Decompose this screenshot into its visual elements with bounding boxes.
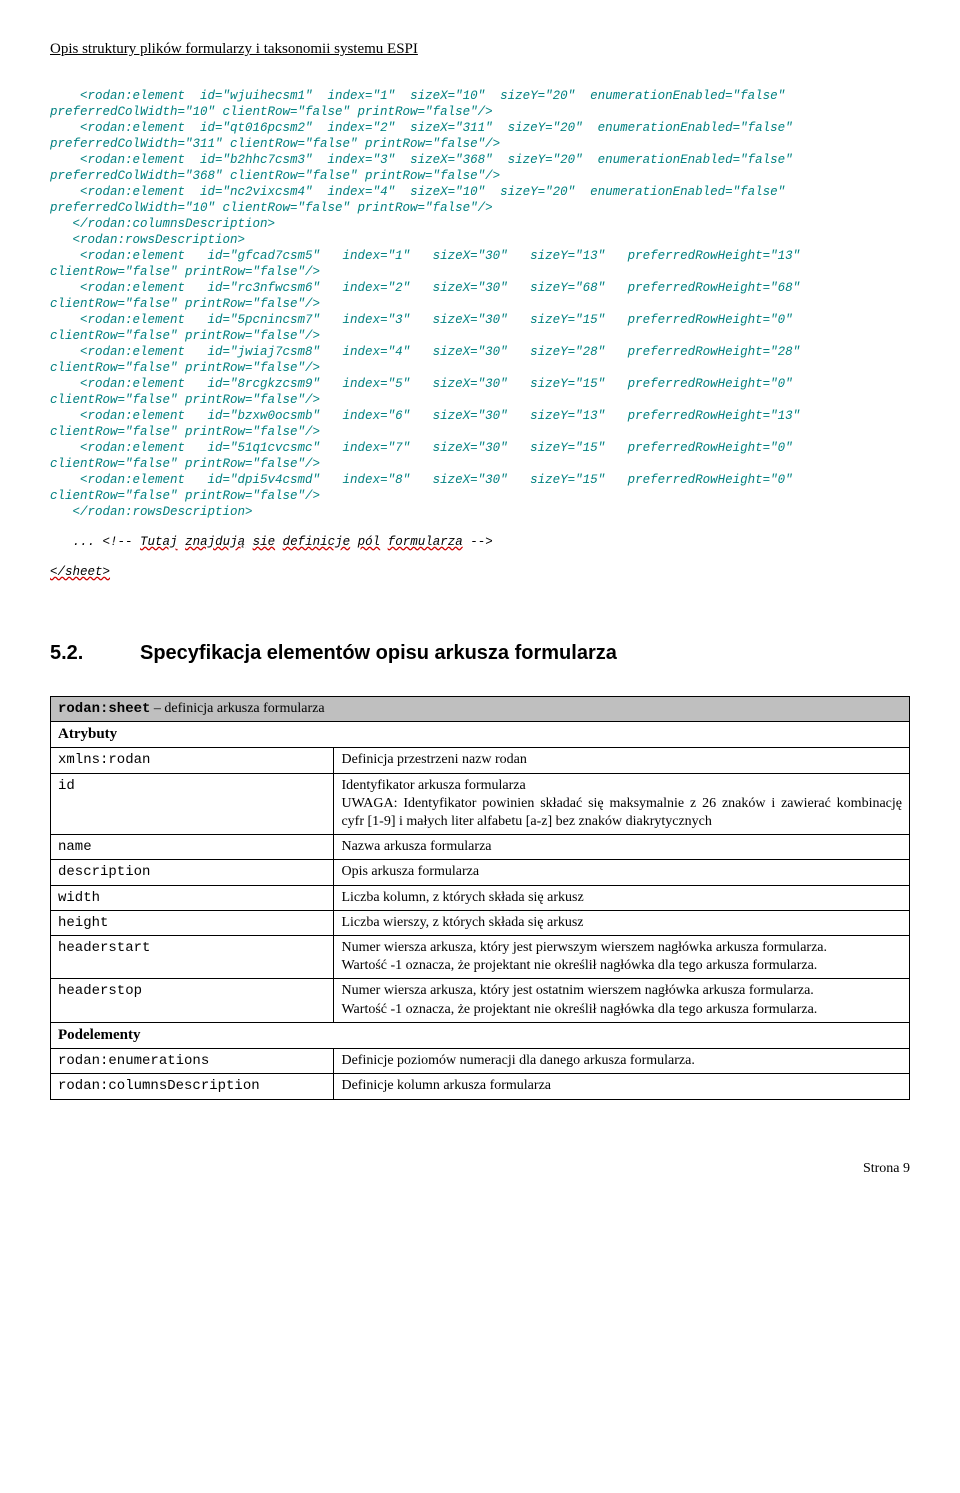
attr-value: Identyfikator arkusza formularza UWAGA: … bbox=[334, 773, 910, 835]
attr-value: Definicja przestrzeni nazw rodan bbox=[334, 748, 910, 773]
group-subelements: Podelementy bbox=[51, 1022, 910, 1049]
attr-value: Liczba kolumn, z których składa się arku… bbox=[334, 885, 910, 910]
attr-key: headerstop bbox=[51, 979, 334, 1022]
page-header: Opis struktury plików formularzy i takso… bbox=[50, 40, 910, 60]
attr-value: Numer wiersza arkusza, który jest ostatn… bbox=[334, 979, 910, 1022]
sub-value: Definicje poziomów numeracji dla danego … bbox=[334, 1049, 910, 1074]
attr-key: width bbox=[51, 885, 334, 910]
page-number: Strona 9 bbox=[50, 1160, 910, 1178]
attr-key: id bbox=[51, 773, 334, 835]
table-title: rodan:sheet – definicja arkusza formular… bbox=[51, 696, 910, 721]
attr-value: Opis arkusza formularza bbox=[334, 860, 910, 885]
attr-value: Liczba wierszy, z których składa się ark… bbox=[334, 910, 910, 935]
spec-table: rodan:sheet – definicja arkusza formular… bbox=[50, 696, 910, 1100]
group-attributes: Atrybuty bbox=[51, 721, 910, 748]
xml-code-block: <rodan:element id="wjuihecsm1" index="1"… bbox=[50, 88, 910, 520]
sheet-close-tag: </sheet> bbox=[50, 564, 910, 580]
section-heading: 5.2.Specyfikacja elementów opisu arkusza… bbox=[50, 640, 910, 666]
attr-key: height bbox=[51, 910, 334, 935]
attr-key: xmlns:rodan bbox=[51, 748, 334, 773]
attr-key: headerstart bbox=[51, 935, 334, 978]
attr-key: description bbox=[51, 860, 334, 885]
sub-value: Definicje kolumn arkusza formularza bbox=[334, 1074, 910, 1099]
sub-key: rodan:enumerations bbox=[51, 1049, 334, 1074]
attr-value: Numer wiersza arkusza, który jest pierws… bbox=[334, 935, 910, 978]
sub-key: rodan:columnsDescription bbox=[51, 1074, 334, 1099]
attr-value: Nazwa arkusza formularza bbox=[334, 835, 910, 860]
attr-key: name bbox=[51, 835, 334, 860]
xml-comment-line: ... <!-- Tutaj znajdują sie definicje pó… bbox=[50, 534, 910, 550]
